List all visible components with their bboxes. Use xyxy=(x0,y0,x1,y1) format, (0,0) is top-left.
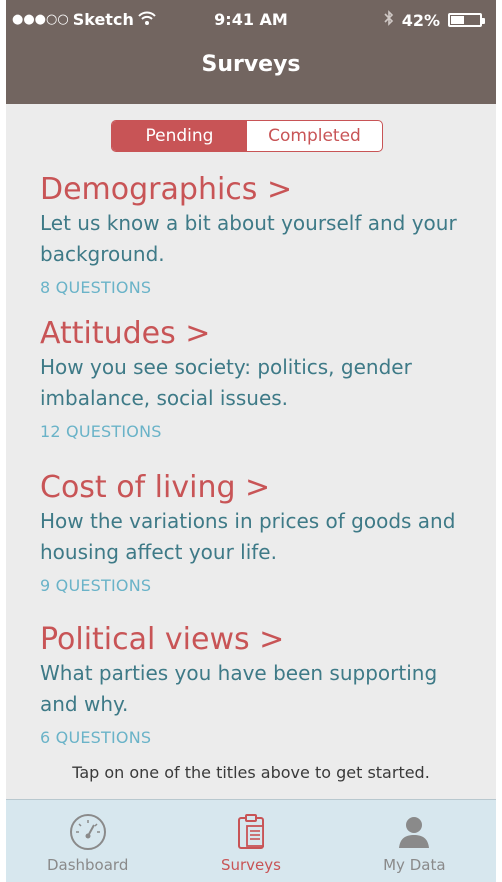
survey-item-political-views: Political views > What parties you have … xyxy=(40,622,480,747)
survey-title[interactable]: Cost of living > xyxy=(40,470,480,506)
survey-description: How you see society: politics, gender im… xyxy=(40,355,412,410)
survey-question-count: 6 QUESTIONS xyxy=(40,728,152,747)
status-bar: ●●●○○ Sketch 9:41 AM 42% xyxy=(6,0,496,40)
survey-question-count: 8 QUESTIONS xyxy=(40,278,152,297)
header: ●●●○○ Sketch 9:41 AM 42% Surveys xyxy=(6,0,496,104)
page-title: Surveys xyxy=(201,52,301,77)
segment-completed[interactable]: Completed xyxy=(247,121,382,151)
survey-title[interactable]: Political views > xyxy=(40,622,480,658)
clipboard-icon xyxy=(231,812,271,856)
tab-surveys[interactable]: Surveys xyxy=(169,800,332,882)
survey-item-demographics: Demographics > Let us know a bit about y… xyxy=(40,172,480,297)
person-icon xyxy=(394,812,434,856)
tab-bar: Dashboard Surveys My Data xyxy=(6,799,496,882)
battery-icon xyxy=(448,13,485,27)
battery-percent: 42% xyxy=(401,10,440,30)
survey-title[interactable]: Demographics > xyxy=(40,172,480,208)
bluetooth-icon xyxy=(384,10,394,30)
survey-item-attitudes: Attitudes > How you see society: politic… xyxy=(40,316,480,441)
instruction-text: Tap on one of the titles above to get st… xyxy=(72,763,430,782)
gauge-icon xyxy=(68,812,108,856)
tab-label: Dashboard xyxy=(46,856,129,874)
tab-label: Surveys xyxy=(220,856,281,874)
survey-title[interactable]: Attitudes > xyxy=(40,316,480,352)
survey-item-cost-of-living: Cost of living > How the variations in p… xyxy=(40,470,480,595)
survey-description: How the variations in prices of goods an… xyxy=(40,509,456,564)
phone-screen: ●●●○○ Sketch 9:41 AM 42% Surveys Pending… xyxy=(6,0,496,882)
survey-question-count: 9 QUESTIONS xyxy=(40,576,152,595)
battery-fill xyxy=(451,16,464,24)
tab-dashboard[interactable]: Dashboard xyxy=(6,800,169,882)
survey-description: Let us know a bit about yourself and you… xyxy=(40,211,457,266)
status-segmented-control: Pending Completed xyxy=(111,120,383,152)
tab-my-data[interactable]: My Data xyxy=(333,800,496,882)
status-right: 42% xyxy=(384,10,485,30)
tab-label: My Data xyxy=(383,856,446,874)
segment-pending[interactable]: Pending xyxy=(112,121,247,151)
survey-question-count: 12 QUESTIONS xyxy=(40,422,162,441)
survey-description: What parties you have been supporting an… xyxy=(40,661,438,716)
